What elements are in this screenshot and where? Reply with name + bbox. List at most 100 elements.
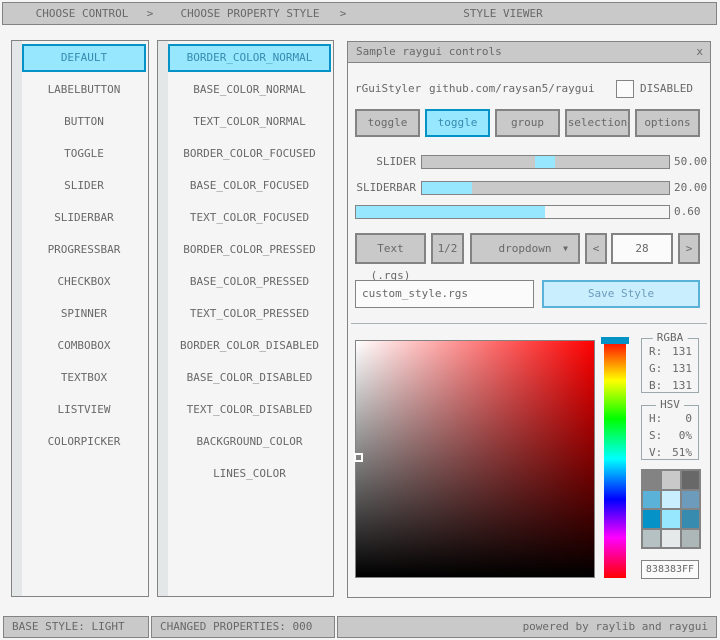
swatch-base-normal[interactable] [662,471,679,489]
hsv-s-value: 0% [679,430,692,442]
slider[interactable] [421,155,670,169]
list-item-slider[interactable]: SLIDER [22,172,146,200]
breadcrumb: CHOOSE CONTROL > CHOOSE PROPERTY STYLE >… [2,2,717,25]
list-item-combobox[interactable]: COMBOBOX [22,332,146,360]
rgba-g-row: G: 131 [649,363,692,375]
color-cursor[interactable] [354,453,363,462]
rgba-g-value: 131 [672,363,692,375]
style-color-swatches [641,469,701,549]
progressbar-fill [356,206,545,218]
swatch-border-disabled[interactable] [643,530,660,548]
toggle-group-item-1[interactable]: toggle [425,109,490,137]
close-icon[interactable]: x [696,42,703,62]
swatch-text-normal[interactable] [682,471,699,489]
slider-thumb[interactable] [535,156,555,168]
list-item-lines-color[interactable]: LINES_COLOR [168,460,331,488]
list-item-progressbar[interactable]: PROGRESSBAR [22,236,146,264]
controls-list-items: DEFAULT LABELBUTTON BUTTON TOGGLE SLIDER… [22,44,146,456]
rgba-b-value: 131 [672,380,692,392]
list-item-base-color-normal[interactable]: BASE_COLOR_NORMAL [168,76,331,104]
half-button[interactable]: 1/2 [431,233,464,264]
spinner-increase-button[interactable]: > [678,233,700,264]
list-item-base-color-pressed[interactable]: BASE_COLOR_PRESSED [168,268,331,296]
list-item-base-color-focused[interactable]: BASE_COLOR_FOCUSED [168,172,331,200]
list-item-border-color-normal[interactable]: BORDER_COLOR_NORMAL [168,44,331,72]
controls-list: DEFAULT LABELBUTTON BUTTON TOGGLE SLIDER… [11,40,149,597]
swatch-text-disabled[interactable] [682,530,699,548]
hue-selector[interactable] [601,337,629,344]
save-style-button[interactable]: Save Style [542,280,700,308]
toggle-group-item-0[interactable]: toggle [355,109,420,137]
hsv-panel: HSV H:0 S:0% V:51% [641,405,699,460]
style-name-input[interactable]: custom_style.rgs [355,280,534,308]
sliderbar[interactable] [421,181,670,195]
properties-list-items: BORDER_COLOR_NORMAL BASE_COLOR_NORMAL TE… [168,44,331,488]
swatch-border-focused[interactable] [643,491,660,509]
rgba-b-label: B: [649,379,662,392]
dropdown[interactable]: dropdown ▼ [470,233,580,264]
sample-controls-window: Sample raygui controls x rGuiStyler gith… [347,41,711,598]
list-item-checkbox[interactable]: CHECKBOX [22,268,146,296]
rgba-r-row: R:131 [649,346,692,358]
progressbar [355,205,670,219]
list-item-spinner[interactable]: SPINNER [22,300,146,328]
list-item-toggle[interactable]: TOGGLE [22,140,146,168]
list-item-text-color-pressed[interactable]: TEXT_COLOR_PRESSED [168,300,331,328]
chevron-right-icon: > [340,3,347,24]
statusbar-base-style: BASE STYLE: LIGHT [3,616,149,638]
swatch-base-focused[interactable] [662,491,679,509]
swatch-base-disabled[interactable] [662,530,679,548]
swatch-base-pressed[interactable] [662,510,679,528]
list-item-colorpicker[interactable]: COLORPICKER [22,428,146,456]
export-rgs-button[interactable]: Text (.rgs) [355,233,426,264]
list-item-labelbutton[interactable]: LABELBUTTON [22,76,146,104]
repo-label: github.com/raysan5/raygui [429,80,595,98]
swatch-border-pressed[interactable] [643,510,660,528]
color-panel[interactable] [355,340,595,578]
sliderbar-label: SLIDERBAR [348,181,416,195]
list-item-border-color-pressed[interactable]: BORDER_COLOR_PRESSED [168,236,331,264]
hsv-s-label: S: [649,429,662,442]
hsv-v-label: V: [649,446,662,459]
list-item-textbox[interactable]: TEXTBOX [22,364,146,392]
toggle-group-item-2[interactable]: group [495,109,560,137]
list-item-base-color-disabled[interactable]: BASE_COLOR_DISABLED [168,364,331,392]
list-item-border-color-focused[interactable]: BORDER_COLOR_FOCUSED [168,140,331,168]
hsv-s-row: S: 0% [649,430,692,442]
rgba-panel: RGBA R:131 G:131 B:131 [641,338,699,393]
slider-value: 50.00 [674,155,708,169]
list-item-listview[interactable]: LISTVIEW [22,396,146,424]
list-item-sliderbar[interactable]: SLIDERBAR [22,204,146,232]
list-item-text-color-disabled[interactable]: TEXT_COLOR_DISABLED [168,396,331,424]
disabled-checkbox[interactable] [616,80,634,98]
hsv-v-value: 51% [672,447,692,459]
rgba-b-row: B: 131 [649,380,692,392]
hsv-h-value: 0 [685,413,692,425]
list-item-background-color[interactable]: BACKGROUND_COLOR [168,428,331,456]
toggle-group-item-3[interactable]: selection [565,109,630,137]
list-item-text-color-focused[interactable]: TEXT_COLOR_FOCUSED [168,204,331,232]
statusbar-changed-properties: CHANGED PROPERTIES: 000 [151,616,335,638]
swatch-border-normal[interactable] [643,471,660,489]
app-name-label: rGuiStyler [355,80,421,98]
chevron-down-icon: ▼ [563,235,568,262]
hex-color-input[interactable]: 838383FF [641,560,699,579]
rgba-g-label: G: [649,362,662,375]
toggle-group-item-4[interactable]: options [635,109,700,137]
spinner-value-field[interactable]: 28 [611,233,673,264]
swatch-text-focused[interactable] [682,491,699,509]
list-item-default[interactable]: DEFAULT [22,44,146,72]
properties-list: BORDER_COLOR_NORMAL BASE_COLOR_NORMAL TE… [157,40,334,597]
controls-list-scrollbar[interactable] [12,41,22,596]
window-titlebar: Sample raygui controls x [348,42,710,63]
hue-bar[interactable] [604,340,626,578]
swatch-text-pressed[interactable] [682,510,699,528]
list-item-border-color-disabled[interactable]: BORDER_COLOR_DISABLED [168,332,331,360]
spinner-decrease-button[interactable]: < [585,233,607,264]
list-item-button[interactable]: BUTTON [22,108,146,136]
properties-list-scrollbar[interactable] [158,41,168,596]
breadcrumb-step-choose-property-style: CHOOSE PROPERTY STYLE [180,3,319,24]
list-item-text-color-normal[interactable]: TEXT_COLOR_NORMAL [168,108,331,136]
hsv-h-row: H:0 [649,413,692,425]
divider-line [351,323,707,324]
